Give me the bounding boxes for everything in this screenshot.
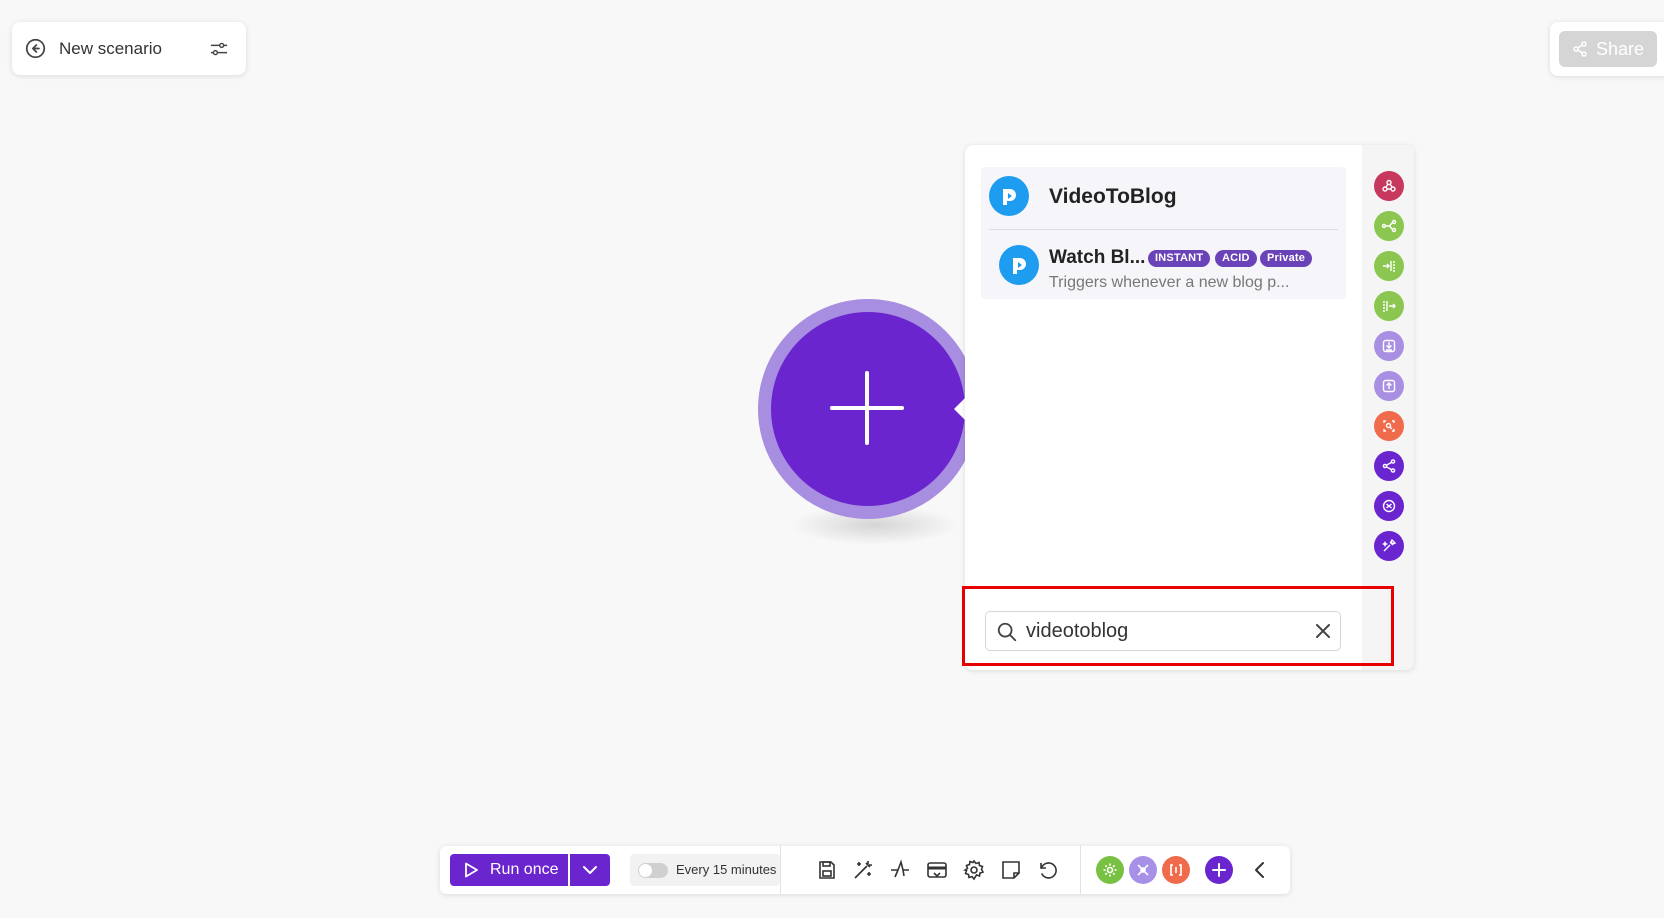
scenario-settings-icon[interactable] [210, 41, 228, 57]
undo-icon[interactable] [1036, 858, 1060, 882]
share-label: Share [1595, 38, 1645, 59]
toolbar-divider [780, 846, 781, 894]
webhooks-icon[interactable] [1374, 171, 1404, 201]
aggregator-icon[interactable] [1374, 251, 1404, 281]
run-once-label: Run once [490, 861, 559, 878]
scenario-header: New scenario [12, 22, 246, 75]
badge-instant: INSTANT [1148, 250, 1211, 267]
schedule-control[interactable]: Every 15 minutes [630, 854, 780, 886]
search-text-icon[interactable] [1374, 411, 1404, 441]
text-parser-icon[interactable] [1162, 856, 1190, 884]
videotoblog-module-logo-icon [999, 245, 1039, 285]
explain-flow-icon[interactable] [888, 858, 912, 882]
share-container: Share [1550, 22, 1664, 76]
play-icon [465, 862, 478, 878]
sticky-note-icon[interactable] [999, 858, 1023, 882]
router-icon[interactable] [1374, 211, 1404, 241]
auto-align-icon[interactable] [851, 858, 875, 882]
toggle-knob [639, 864, 652, 877]
plus-icon-vertical [865, 371, 869, 445]
videotoblog-logo-icon [989, 176, 1029, 216]
schedule-label: Every 15 minutes [676, 862, 777, 877]
chevron-down-icon [583, 866, 597, 874]
text-parser-icon[interactable] [1374, 491, 1404, 521]
results-divider [989, 229, 1338, 230]
iterator-icon[interactable] [1374, 291, 1404, 321]
search-results: VideoToBlog Watch Bl... INSTANT ACID Pri… [981, 167, 1346, 299]
search-highlight-box [962, 586, 1394, 666]
module-description: Triggers whenever a new blog p... [1049, 274, 1290, 291]
share-button[interactable]: Share [1559, 31, 1657, 67]
badge-acid: ACID [1215, 250, 1257, 267]
settings-icon[interactable] [962, 858, 986, 882]
data-store-in-icon[interactable] [1374, 331, 1404, 361]
toolbar-divider [1080, 846, 1081, 894]
module-name: Watch Bl... [1049, 247, 1146, 268]
run-once-button[interactable]: Run once [450, 854, 568, 886]
scenario-name[interactable]: New scenario [59, 39, 162, 59]
save-icon[interactable] [815, 858, 839, 882]
app-title: VideoToBlog [1049, 185, 1177, 208]
notes-icon[interactable] [925, 858, 949, 882]
back-arrow-icon[interactable] [25, 38, 46, 59]
tools-flow-icon[interactable] [1129, 856, 1157, 884]
tools-icon[interactable] [1374, 531, 1404, 561]
share-icon [1573, 41, 1587, 57]
schedule-toggle[interactable] [638, 863, 668, 878]
add-module-icon[interactable] [1205, 856, 1233, 884]
badge-private: Private [1260, 250, 1313, 267]
flow-control-icon[interactable] [1374, 451, 1404, 481]
bottom-toolbar: Run once Every 15 minutes [440, 846, 1290, 894]
data-store-out-icon[interactable] [1374, 371, 1404, 401]
run-options-dropdown[interactable] [570, 854, 610, 886]
tools-green-icon[interactable] [1096, 856, 1124, 884]
add-module-button[interactable] [771, 312, 965, 506]
collapse-icon[interactable] [1248, 858, 1272, 882]
